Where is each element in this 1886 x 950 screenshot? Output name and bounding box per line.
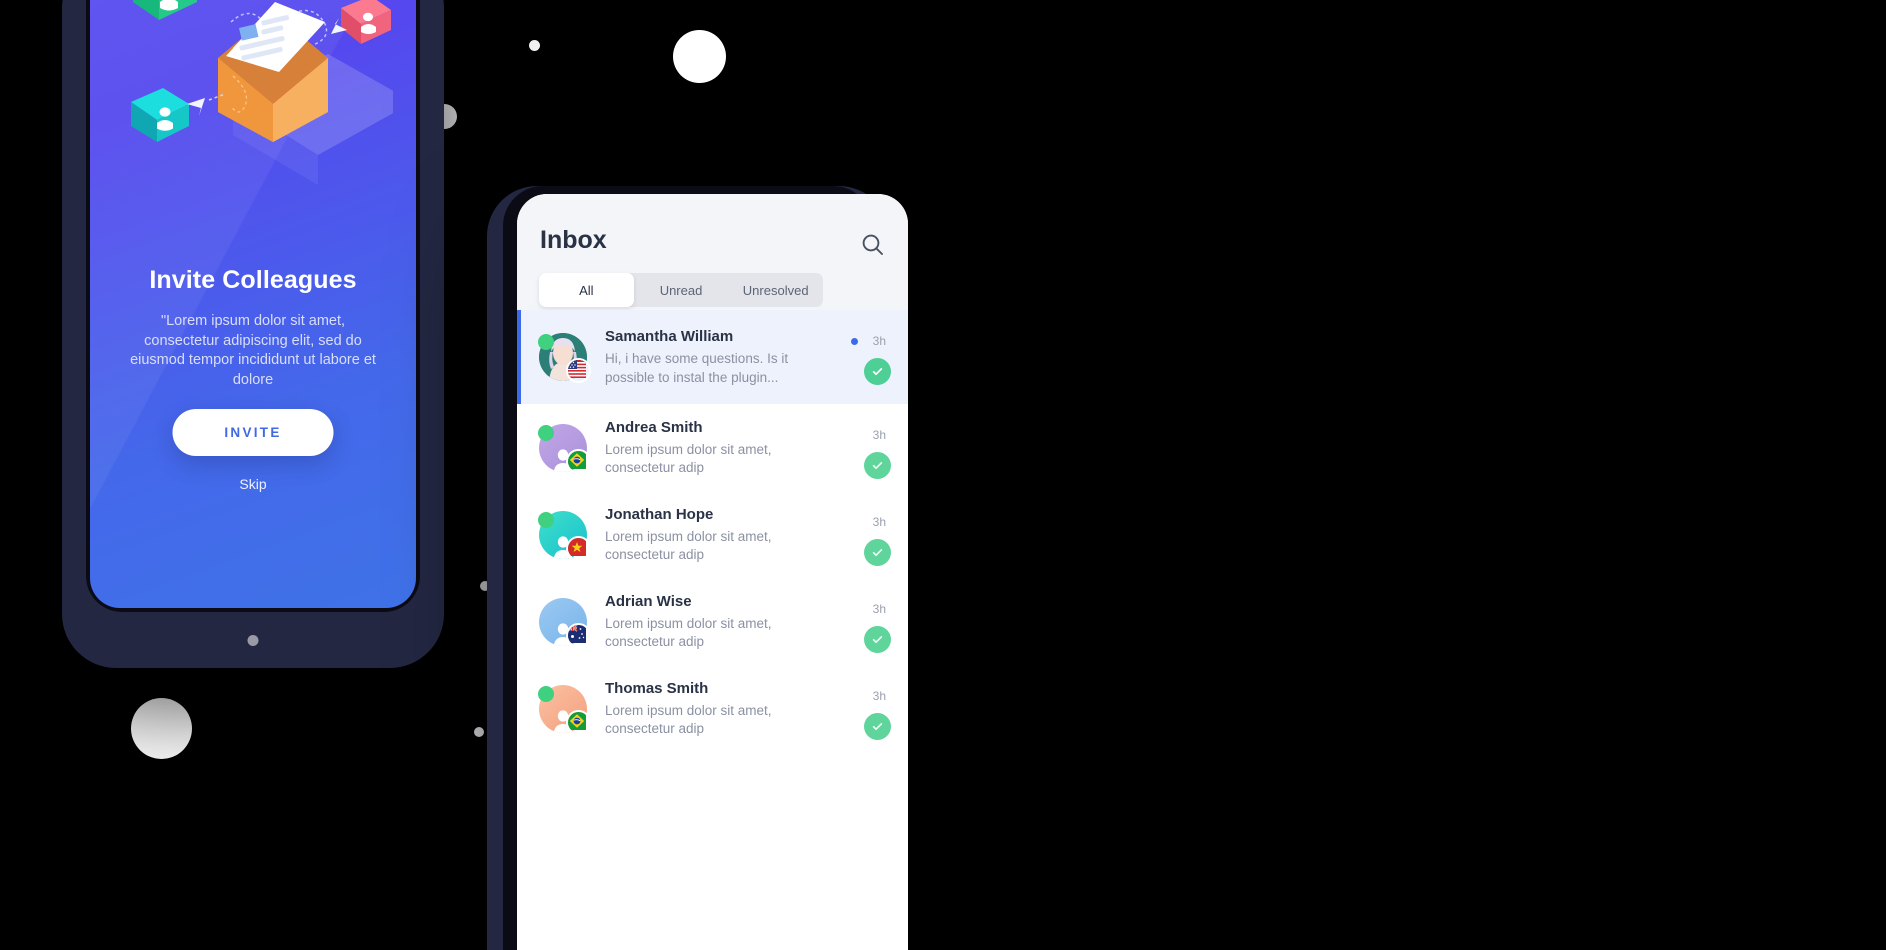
avatar <box>539 597 591 648</box>
left-phone-screen: Invite Colleagues "Lorem ipsum dolor sit… <box>90 0 416 608</box>
message-time: 3h <box>872 515 886 529</box>
message-list: Samantha William Hi, i have some questio… <box>517 310 908 950</box>
message-preview: Lorem ipsum dolor sit amet, consectetur … <box>605 702 772 737</box>
online-status-dot <box>538 334 554 350</box>
sender-name: Thomas Smith <box>605 679 709 697</box>
contact-card-pink <box>341 0 391 44</box>
canvas: Invite Colleagues "Lorem ipsum dolor sit… <box>0 0 1886 950</box>
unread-indicator <box>851 338 858 345</box>
tab-unread[interactable]: Unread <box>634 273 729 307</box>
resolve-button[interactable] <box>864 539 891 566</box>
message-time: 3h <box>872 428 886 442</box>
avatar <box>538 510 591 561</box>
home-button[interactable] <box>247 635 259 646</box>
sender-name: Jonathan Hope <box>605 505 714 523</box>
sender-name: Samantha William <box>605 328 734 345</box>
message-time: 3h <box>872 334 886 348</box>
tab-all[interactable]: All <box>539 273 634 307</box>
flag-icon-us <box>566 358 591 383</box>
skip-link[interactable]: Skip <box>90 476 416 492</box>
message-row[interactable]: Adrian Wise Lorem ipsum dolor sit amet, … <box>517 578 908 665</box>
message-meta: 3h <box>832 578 908 665</box>
deco-dot-small-bottom <box>474 727 484 737</box>
invite-button[interactable]: INVITE <box>172 409 334 456</box>
message-meta: 3h <box>832 491 908 578</box>
message-preview: Lorem ipsum dolor sit amet, consectetur … <box>605 441 772 476</box>
avatar <box>538 684 591 735</box>
sender-name: Adrian Wise <box>605 592 692 610</box>
message-meta: 3h <box>832 310 908 404</box>
flag-icon-au <box>566 622 591 648</box>
message-time: 3h <box>872 689 886 703</box>
message-content: Adrian Wise Lorem ipsum dolor sit amet, … <box>605 592 832 652</box>
deco-dot-large-top <box>673 30 726 83</box>
left-phone-device: Invite Colleagues "Lorem ipsum dolor sit… <box>62 0 444 668</box>
deco-dot-large-bottom <box>131 698 192 759</box>
invite-envelope-illustration <box>90 0 416 200</box>
resolve-button[interactable] <box>864 626 891 653</box>
flag-icon-vn <box>566 535 591 561</box>
page-subtitle: "Lorem ipsum dolor sit amet, consectetur… <box>130 313 376 388</box>
message-preview: Lorem ipsum dolor sit amet, consectetur … <box>605 615 772 650</box>
inbox-tabs: All Unread Unresolved <box>539 273 823 307</box>
message-content: Thomas Smith Lorem ipsum dolor sit amet,… <box>605 679 832 739</box>
right-phone-device: Inbox All Unread Unresolved Samantha Wil… <box>487 186 908 950</box>
message-row[interactable]: Thomas Smith Lorem ipsum dolor sit amet,… <box>517 665 908 752</box>
message-content: Samantha William Hi, i have some questio… <box>605 327 832 387</box>
search-icon[interactable] <box>860 232 886 258</box>
flag-icon-br <box>566 448 591 474</box>
deco-dot-small-top <box>529 40 540 51</box>
flag-icon-br <box>566 709 591 735</box>
avatar <box>538 423 591 474</box>
message-content: Andrea Smith Lorem ipsum dolor sit amet,… <box>605 418 832 478</box>
message-row[interactable]: Jonathan Hope Lorem ipsum dolor sit amet… <box>517 491 908 578</box>
tab-unresolved[interactable]: Unresolved <box>728 273 823 307</box>
resolve-button[interactable] <box>864 358 891 385</box>
message-meta: 3h <box>832 404 908 491</box>
right-phone-screen: Inbox All Unread Unresolved Samantha Wil… <box>517 194 908 950</box>
message-time: 3h <box>872 602 886 616</box>
contact-card-green <box>133 0 197 20</box>
message-content: Jonathan Hope Lorem ipsum dolor sit amet… <box>605 505 832 565</box>
inbox-header: Inbox All Unread Unresolved <box>517 194 908 310</box>
inbox-title: Inbox <box>540 226 607 254</box>
resolve-button[interactable] <box>864 713 891 740</box>
message-row[interactable]: Andrea Smith Lorem ipsum dolor sit amet,… <box>517 404 908 491</box>
contact-card-teal <box>131 88 189 142</box>
online-status-dot <box>538 685 554 702</box>
message-preview: Lorem ipsum dolor sit amet, consectetur … <box>605 528 772 563</box>
sender-name: Andrea Smith <box>605 418 703 436</box>
message-row[interactable]: Samantha William Hi, i have some questio… <box>517 310 908 404</box>
resolve-button[interactable] <box>864 452 891 479</box>
avatar <box>538 333 591 383</box>
online-status-dot <box>538 424 554 441</box>
message-preview: Hi, i have some questions. Is it possibl… <box>605 351 789 385</box>
message-meta: 3h <box>832 665 908 752</box>
page-title: Invite Colleagues <box>149 266 357 294</box>
online-status-dot <box>538 511 554 528</box>
